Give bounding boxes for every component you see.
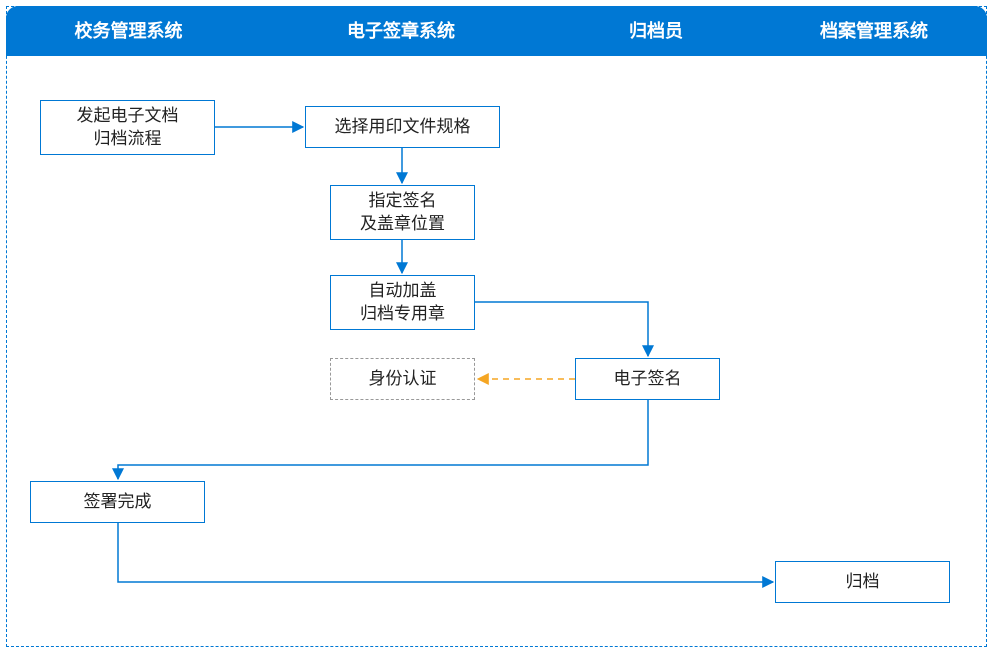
node-start-line2: 归档流程 — [94, 128, 162, 151]
node-select-format-text: 选择用印文件规格 — [335, 116, 471, 139]
node-start-line1: 发起电子文档 — [77, 105, 179, 128]
node-signed-text: 签署完成 — [84, 491, 152, 514]
node-select-format: 选择用印文件规格 — [305, 106, 500, 148]
lane-title-records: 档案管理系统 — [761, 6, 987, 56]
node-identity-text: 身份认证 — [369, 368, 437, 391]
node-specify-pos: 指定签名 及盖章位置 — [330, 185, 475, 240]
node-esign-text: 电子签名 — [614, 368, 682, 391]
lane-title-archiver: 归档员 — [551, 6, 761, 56]
header-bar: 校务管理系统 电子签章系统 归档员 档案管理系统 — [6, 6, 987, 56]
node-specify-line2: 及盖章位置 — [360, 213, 445, 236]
node-specify-line1: 指定签名 — [369, 190, 437, 213]
node-stamp-line2: 归档专用章 — [360, 303, 445, 326]
node-esign: 电子签名 — [575, 358, 720, 400]
node-stamp-line1: 自动加盖 — [369, 280, 437, 303]
node-signed: 签署完成 — [30, 481, 205, 523]
node-identity: 身份认证 — [330, 358, 475, 400]
lane-title-school: 校务管理系统 — [6, 6, 251, 56]
node-start: 发起电子文档 归档流程 — [40, 100, 215, 155]
node-archive-text: 归档 — [846, 571, 880, 594]
diagram-stage: 校务管理系统 电子签章系统 归档员 档案管理系统 发起电子文档 归档流程 选择用… — [0, 0, 993, 653]
lane-title-esign: 电子签章系统 — [251, 6, 551, 56]
node-archive: 归档 — [775, 561, 950, 603]
node-auto-stamp: 自动加盖 归档专用章 — [330, 275, 475, 330]
